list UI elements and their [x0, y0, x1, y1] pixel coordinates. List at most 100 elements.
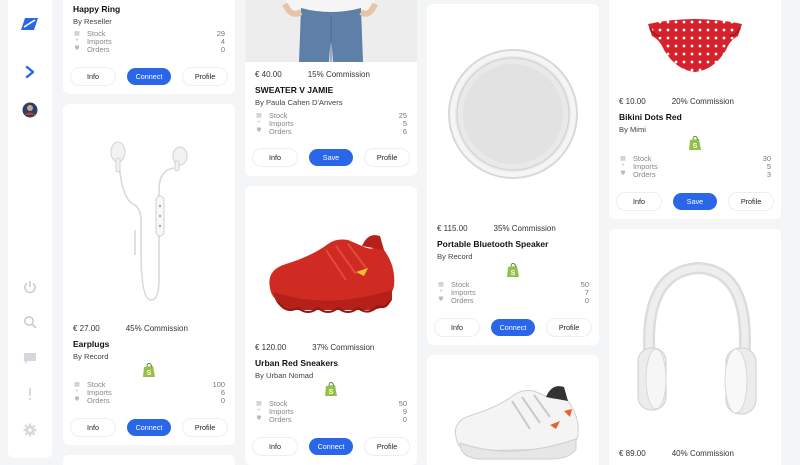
info-button[interactable]: Info [435, 319, 479, 336]
product-price: € 115.00 [437, 224, 468, 233]
chevron-right-icon[interactable] [20, 62, 40, 82]
stat-orders: ⛊ Orders 0 [256, 415, 407, 425]
product-image-sweater [245, 0, 417, 62]
stock-icon: ▦ [438, 281, 444, 288]
product-price: € 89.00 [619, 449, 646, 458]
shopify-icon: S [506, 262, 520, 278]
stat-orders: ⛊ Orders 0 [74, 45, 225, 55]
orders-icon: ⛊ [438, 297, 444, 304]
imports-icon: + [439, 289, 443, 296]
product-price: € 27.00 [73, 324, 100, 333]
product-commission: 20% Commission [671, 97, 734, 106]
price-row: € 27.00 45% Commission [73, 324, 225, 333]
imports-icon: + [75, 389, 79, 396]
info-button[interactable]: Info [617, 193, 661, 210]
product-image-earplugs [63, 120, 235, 320]
connect-button[interactable]: Connect [491, 319, 535, 336]
product-commission: 40% Commission [671, 449, 734, 458]
price-row: € 40.00 15% Commission [255, 70, 407, 79]
profile-button[interactable]: Profile [365, 149, 409, 166]
price-row: € 89.00 40% Commission [619, 449, 771, 458]
connect-button[interactable]: Connect [309, 438, 353, 455]
stat-orders: ⛊ Orders 0 [74, 396, 225, 406]
product-stats: ▦ Stock 25 + Imports 5 ⛊ Orders 6 [255, 111, 407, 137]
product-image-white-sneaker [427, 367, 599, 465]
product-card-headphones: € 89.00 40% Commission [609, 229, 781, 465]
product-card-earplugs: € 27.00 45% Commission Earplugs By Recor… [63, 104, 235, 445]
product-title: Bikini Dots Red [619, 112, 682, 122]
product-seller: By Urban Nomad [255, 371, 314, 380]
card-actions: Info Connect Profile [253, 438, 409, 455]
product-seller: By Reseller [73, 17, 112, 26]
info-button[interactable]: Info [253, 149, 297, 166]
search-icon[interactable] [20, 312, 40, 332]
shopify-icon: S [688, 135, 702, 151]
product-price: € 10.00 [619, 97, 646, 106]
card-actions: Info Connect Profile [71, 419, 227, 436]
orders-icon: ⛊ [256, 416, 262, 423]
orders-icon: ⛊ [256, 128, 262, 135]
product-card-partial [63, 455, 235, 465]
product-commission: 37% Commission [312, 343, 375, 352]
product-title: Earplugs [73, 339, 110, 349]
info-icon[interactable] [20, 384, 40, 404]
stat-orders: ⛊ Orders 3 [620, 170, 771, 180]
profile-button[interactable]: Profile [365, 438, 409, 455]
product-commission: 15% Commission [307, 70, 370, 79]
info-button[interactable]: Info [253, 438, 297, 455]
product-card-white-sneaker [427, 355, 599, 465]
info-button[interactable]: Info [71, 68, 115, 85]
svg-text:S: S [329, 389, 334, 396]
sidebar [8, 0, 52, 458]
profile-button[interactable]: Profile [183, 68, 227, 85]
profile-button[interactable]: Profile [183, 419, 227, 436]
product-price: € 120.00 [255, 343, 287, 352]
orders-icon: ⛊ [620, 171, 626, 178]
product-image-sneakers [245, 200, 417, 340]
profile-button[interactable]: Profile [547, 319, 591, 336]
product-seller: By Record [73, 352, 109, 361]
connect-button[interactable]: Connect [127, 419, 171, 436]
product-price: € 40.00 [255, 70, 282, 79]
stat-orders: ⛊ Orders 6 [256, 127, 407, 137]
product-image-headphones [609, 247, 781, 437]
stat-orders: ⛊ Orders 0 [438, 296, 589, 306]
connect-button[interactable]: Connect [127, 68, 171, 85]
price-row: € 10.00 20% Commission [619, 97, 771, 106]
product-title: Urban Red Sneakers [255, 358, 339, 368]
stock-icon: ▦ [74, 381, 80, 388]
product-title: Happy Ring [73, 4, 121, 14]
save-button[interactable]: Save [309, 149, 353, 166]
avatar[interactable] [20, 100, 40, 120]
chat-icon[interactable] [20, 348, 40, 368]
gear-icon[interactable] [20, 420, 40, 440]
product-seller: By Paula Cahen D'Anvers [255, 98, 343, 107]
product-stats: ▦ Stock 30 + Imports 5 ⛊ Orders 3 [619, 154, 771, 180]
info-button[interactable]: Info [71, 419, 115, 436]
price-row: € 120.00 37% Commission [255, 343, 407, 352]
imports-icon: + [257, 120, 261, 127]
profile-button[interactable]: Profile [729, 193, 773, 210]
shopify-icon: S [142, 362, 156, 378]
product-seller: By Mimi [619, 125, 646, 134]
svg-text:S: S [147, 370, 152, 377]
product-title: SWEATER V JAMIE [255, 85, 334, 95]
product-stats: ▦ Stock 29 + Imports 4 ⛊ Orders 0 [73, 29, 225, 55]
product-title: Portable Bluetooth Speaker [437, 239, 549, 249]
card-actions: Info Save Profile [253, 149, 409, 166]
shopify-icon: S [324, 381, 338, 397]
product-stats: ▦ Stock 50 + Imports 7 ⛊ Orders 0 [437, 280, 589, 306]
product-card-bikini: € 10.00 20% Commission Bikini Dots Red B… [609, 0, 781, 219]
imports-icon: + [75, 38, 79, 45]
product-image-speaker [427, 24, 599, 204]
logo-icon[interactable] [20, 14, 40, 34]
power-icon[interactable] [20, 277, 40, 297]
product-commission: 35% Commission [493, 224, 556, 233]
product-card-happy-ring: Happy Ring By Reseller ▦ Stock 29 + Imports… [63, 0, 235, 94]
orders-icon: ⛊ [74, 46, 80, 53]
product-commission: 45% Commission [125, 324, 188, 333]
imports-icon: + [621, 163, 625, 170]
save-button[interactable]: Save [673, 193, 717, 210]
svg-text:S: S [511, 270, 516, 277]
product-stats: ▦ Stock 100 + Imports 6 ⛊ Orders 0 [73, 380, 225, 406]
